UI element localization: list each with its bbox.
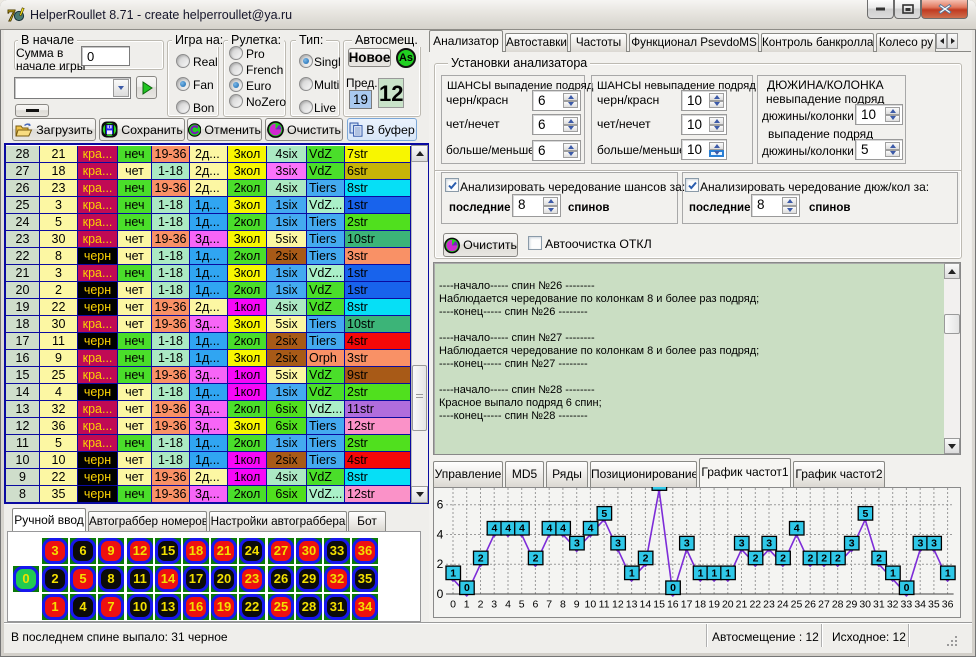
svg-text:33: 33 bbox=[901, 599, 913, 611]
svg-text:3: 3 bbox=[684, 538, 690, 550]
svg-text:31: 31 bbox=[873, 599, 885, 611]
svg-text:1: 1 bbox=[945, 567, 951, 579]
svg-text:2: 2 bbox=[835, 552, 841, 564]
svg-text:34: 34 bbox=[914, 599, 926, 611]
svg-text:36: 36 bbox=[942, 599, 954, 611]
svg-text:2: 2 bbox=[478, 599, 484, 611]
svg-text:4: 4 bbox=[560, 523, 566, 535]
svg-text:4: 4 bbox=[491, 523, 497, 535]
svg-text:20: 20 bbox=[722, 599, 734, 611]
svg-text:2: 2 bbox=[533, 552, 539, 564]
svg-text:4: 4 bbox=[505, 599, 511, 611]
svg-text:10: 10 bbox=[585, 599, 597, 611]
svg-text:2: 2 bbox=[807, 552, 813, 564]
svg-text:3: 3 bbox=[491, 599, 497, 611]
svg-text:18: 18 bbox=[694, 599, 706, 611]
svg-text:5: 5 bbox=[862, 508, 868, 520]
svg-text:4: 4 bbox=[519, 523, 525, 535]
svg-text:0: 0 bbox=[437, 587, 444, 601]
svg-text:13: 13 bbox=[626, 599, 638, 611]
svg-text:12: 12 bbox=[612, 599, 624, 611]
svg-text:6: 6 bbox=[532, 599, 538, 611]
svg-text:2: 2 bbox=[643, 552, 649, 564]
svg-text:0: 0 bbox=[904, 582, 910, 594]
svg-text:32: 32 bbox=[887, 599, 899, 611]
svg-text:0: 0 bbox=[670, 582, 676, 594]
svg-text:4: 4 bbox=[437, 528, 444, 542]
svg-text:25: 25 bbox=[791, 599, 803, 611]
svg-text:22: 22 bbox=[749, 599, 761, 611]
svg-text:5: 5 bbox=[601, 508, 607, 520]
svg-text:30: 30 bbox=[859, 599, 871, 611]
svg-text:11: 11 bbox=[599, 599, 610, 611]
svg-text:19: 19 bbox=[708, 599, 720, 611]
svg-text:4: 4 bbox=[505, 523, 511, 535]
svg-text:21: 21 bbox=[736, 599, 748, 611]
svg-text:24: 24 bbox=[777, 599, 789, 611]
svg-text:29: 29 bbox=[846, 599, 858, 611]
svg-text:1: 1 bbox=[464, 599, 470, 611]
svg-text:1: 1 bbox=[450, 567, 456, 579]
svg-text:4: 4 bbox=[546, 523, 552, 535]
svg-text:28: 28 bbox=[832, 599, 844, 611]
svg-text:0: 0 bbox=[464, 582, 470, 594]
svg-text:7: 7 bbox=[656, 487, 662, 490]
svg-text:3: 3 bbox=[931, 538, 937, 550]
svg-text:2: 2 bbox=[437, 557, 444, 571]
svg-text:2: 2 bbox=[478, 552, 484, 564]
svg-text:2: 2 bbox=[876, 552, 882, 564]
svg-text:3: 3 bbox=[615, 538, 621, 550]
svg-text:9: 9 bbox=[574, 599, 580, 611]
svg-text:3: 3 bbox=[917, 538, 923, 550]
svg-text:2: 2 bbox=[780, 552, 786, 564]
svg-text:17: 17 bbox=[681, 599, 693, 611]
svg-text:6: 6 bbox=[437, 498, 444, 512]
svg-text:3: 3 bbox=[849, 538, 855, 550]
svg-text:3: 3 bbox=[574, 538, 580, 550]
svg-text:16: 16 bbox=[667, 599, 679, 611]
svg-text:0: 0 bbox=[450, 599, 456, 611]
svg-text:7: 7 bbox=[546, 599, 552, 611]
svg-text:14: 14 bbox=[640, 599, 652, 611]
svg-text:1: 1 bbox=[629, 567, 635, 579]
svg-text:2: 2 bbox=[753, 552, 759, 564]
svg-text:1: 1 bbox=[698, 567, 704, 579]
svg-text:3: 3 bbox=[739, 538, 745, 550]
svg-text:2: 2 bbox=[821, 552, 827, 564]
svg-text:3: 3 bbox=[766, 538, 772, 550]
svg-text:1: 1 bbox=[711, 567, 717, 579]
svg-text:35: 35 bbox=[928, 599, 940, 611]
svg-text:4: 4 bbox=[588, 523, 594, 535]
svg-text:8: 8 bbox=[560, 599, 566, 611]
svg-text:4: 4 bbox=[794, 523, 800, 535]
svg-text:5: 5 bbox=[519, 599, 525, 611]
svg-text:15: 15 bbox=[653, 599, 665, 611]
svg-text:23: 23 bbox=[763, 599, 775, 611]
svg-text:1: 1 bbox=[725, 567, 731, 579]
svg-text:1: 1 bbox=[890, 567, 896, 579]
svg-text:27: 27 bbox=[818, 599, 830, 611]
svg-text:26: 26 bbox=[804, 599, 816, 611]
